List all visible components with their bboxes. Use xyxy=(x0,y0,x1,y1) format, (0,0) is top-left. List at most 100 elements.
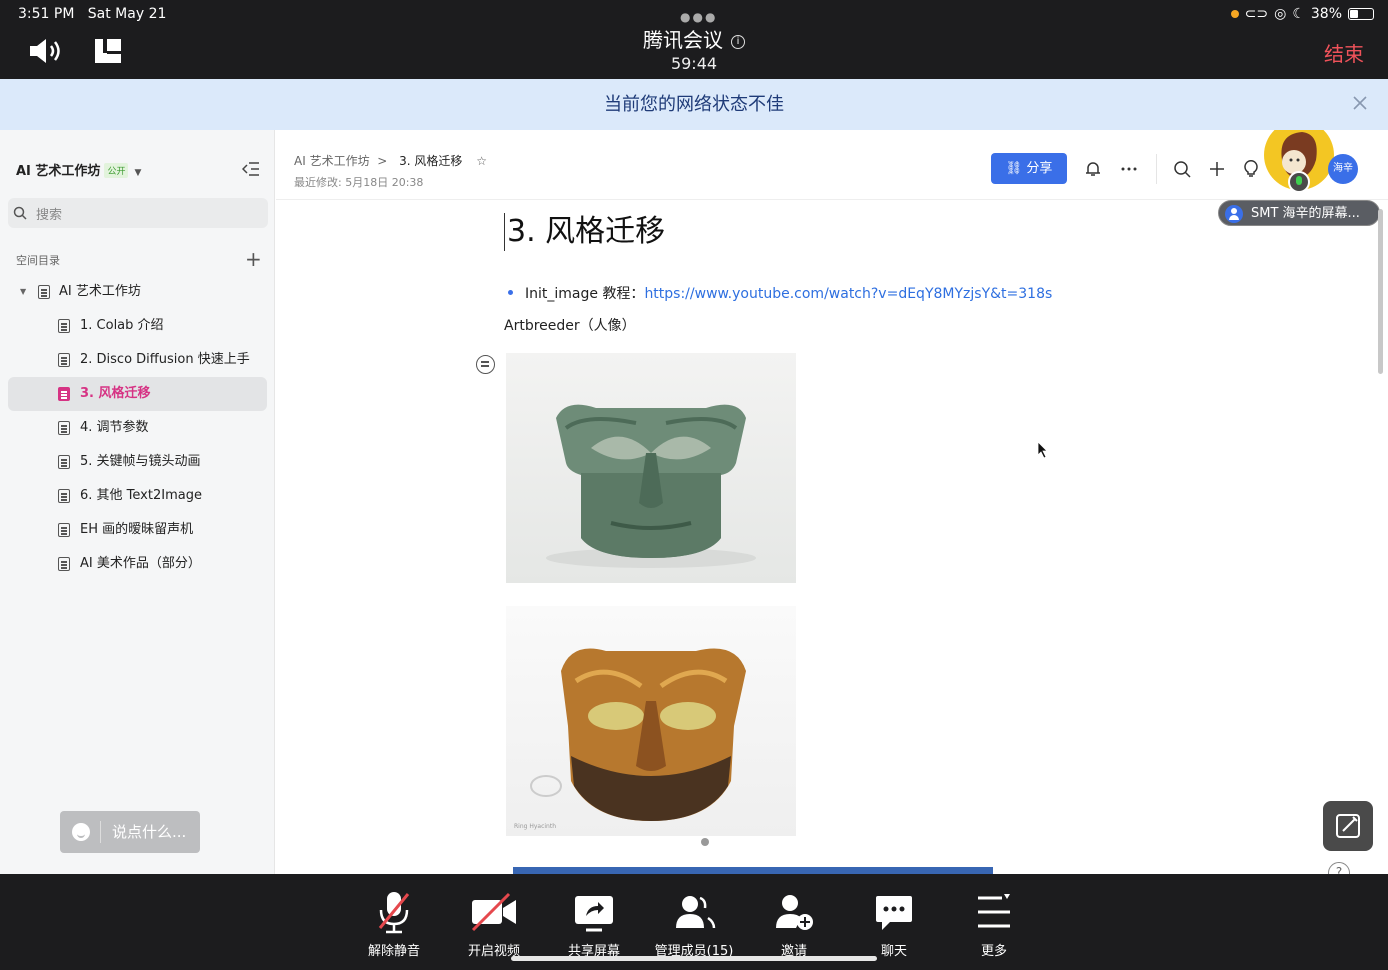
plus-icon[interactable] xyxy=(1208,160,1226,178)
collapse-sidebar-icon[interactable] xyxy=(242,161,260,177)
youtube-link[interactable]: https://www.youtube.com/watch?v=dEqY8MYz… xyxy=(644,286,1052,302)
directory-label: 空间目录 xyxy=(16,254,60,267)
tree-item-text2image[interactable]: 6. 其他 Text2Image xyxy=(0,479,275,513)
search-icon xyxy=(13,206,27,220)
end-meeting-button[interactable]: 结束 xyxy=(1324,38,1364,67)
doc-body: 3. 风格迁移 Init_image 教程：https://www.youtub… xyxy=(276,201,1388,874)
tree-item-label: 2. Disco Diffusion 快速上手 xyxy=(80,352,250,367)
more-button[interactable]: 更多 xyxy=(944,890,1044,959)
meeting-top-bar: 3:51 PM Sat May 21 ●●● ⊂⊃ ◎ ☾ 38% 腾讯会议 i … xyxy=(0,0,1388,79)
chat-button[interactable]: 聊天 xyxy=(844,890,944,959)
link-icon: ⛓ xyxy=(1005,161,1023,176)
doc-tree: ▼ AI 艺术工作坊 1. Colab 介绍 2. Disco Diffusio… xyxy=(0,275,275,581)
home-indicator[interactable] xyxy=(511,956,877,961)
chat-input[interactable]: 说点什么... xyxy=(60,811,200,853)
breadcrumb-parent[interactable]: AI 艺术工作坊 xyxy=(294,154,370,168)
tree-item-params[interactable]: 4. 调节参数 xyxy=(0,411,275,445)
video-off-icon xyxy=(471,892,516,932)
doc-icon xyxy=(58,319,70,333)
members-icon xyxy=(676,896,716,929)
breadcrumb-current: 3. 风格迁移 xyxy=(399,154,463,168)
last-modified: 最近修改: 5月18日 20:38 xyxy=(294,176,424,189)
mouse-cursor-icon xyxy=(1037,441,1048,459)
mic-muted-icon xyxy=(378,892,410,934)
tree-root-label: AI 艺术工作坊 xyxy=(59,284,141,299)
unmute-button[interactable]: 解除静音 xyxy=(344,890,444,959)
emoji-icon[interactable] xyxy=(72,823,90,841)
carousel-dot[interactable] xyxy=(701,838,709,846)
tree-item-label: 4. 调节参数 xyxy=(80,420,149,435)
shared-screen-content: AI 艺术工作坊 公开 ▼ 搜索 空间目录 + ▼ AI 艺术工作坊 1. Cola… xyxy=(0,130,1388,874)
meeting-title[interactable]: 腾讯会议 i xyxy=(0,24,1388,53)
comment-icon[interactable] xyxy=(476,355,495,374)
meeting-timer: 59:44 xyxy=(670,54,718,73)
breadcrumb: AI 艺术工作坊 > 3. 风格迁移 ☆ xyxy=(294,152,487,169)
help-icon[interactable]: ? xyxy=(1328,862,1350,874)
more-label: 更多 xyxy=(980,944,1007,959)
tree-item-label: 1. Colab 介绍 xyxy=(80,318,164,333)
meeting-toolbar: 解除静音 开启视频 共享屏幕 管理成员(15) 邀请 聊天 更多 xyxy=(0,874,1388,970)
workspace-title[interactable]: AI 艺术工作坊 公开 ▼ xyxy=(16,160,141,179)
tree-item-eh[interactable]: EH 画的暧昧留声机 xyxy=(0,513,275,547)
image-caption: Ring Hyacinth xyxy=(514,823,557,830)
close-icon[interactable] xyxy=(1352,95,1368,111)
invite-button[interactable]: 邀请 xyxy=(744,890,844,959)
lightbulb-icon[interactable] xyxy=(1242,160,1260,178)
doc-icon xyxy=(58,489,70,503)
tree-item-disco-diffusion[interactable]: 2. Disco Diffusion 快速上手 xyxy=(0,343,275,377)
info-icon[interactable]: i xyxy=(731,35,745,49)
bullet-item: Init_image 教程：https://www.youtube.com/wa… xyxy=(508,283,1052,303)
chat-placeholder: 说点什么... xyxy=(112,823,187,841)
annotate-button[interactable] xyxy=(1323,801,1373,851)
bullet-dot xyxy=(508,290,513,295)
chevron-down-icon[interactable]: ▼ xyxy=(134,168,141,178)
bronze-mask-illustration xyxy=(546,404,756,568)
tree-item-keyframes[interactable]: 5. 关键帧与镜头动画 xyxy=(0,445,275,479)
tree-item-style-transfer[interactable]: 3. 风格迁移 xyxy=(8,377,267,411)
tree-item-label: 5. 关键帧与镜头动画 xyxy=(80,454,201,469)
public-badge: 公开 xyxy=(104,163,129,178)
search-input[interactable]: 搜索 xyxy=(8,198,268,228)
status-indicators: ⊂⊃ ◎ ☾ 38% xyxy=(1230,6,1374,22)
mic-indicator-icon xyxy=(1230,10,1239,18)
tree-item-label: 6. 其他 Text2Image xyxy=(80,488,202,503)
more-dots-icon[interactable]: ●●● xyxy=(680,10,717,24)
share-screen-icon xyxy=(575,896,613,932)
share-button[interactable]: ⛓ 分享 xyxy=(991,153,1067,184)
status-time: 3:51 PM Sat May 21 xyxy=(18,6,167,22)
bell-icon[interactable] xyxy=(1084,160,1102,178)
star-icon[interactable]: ☆ xyxy=(476,154,487,168)
battery-icon xyxy=(1348,8,1374,20)
unmute-label: 解除静音 xyxy=(367,944,420,959)
tree-root[interactable]: ▼ AI 艺术工作坊 xyxy=(0,275,275,309)
paragraph: Artbreeder（人像） xyxy=(504,318,636,334)
tree-item-label: AI 美术作品（部分） xyxy=(80,556,201,571)
search-icon[interactable] xyxy=(1173,160,1191,178)
next-image-edge xyxy=(513,867,993,874)
scrollbar[interactable] xyxy=(1378,209,1383,374)
doc-sidebar: AI 艺术工作坊 公开 ▼ 搜索 空间目录 + ▼ AI 艺术工作坊 1. Cola… xyxy=(0,130,275,874)
doc-icon xyxy=(58,353,70,367)
battery-percent: 38% xyxy=(1310,6,1342,22)
moon-icon: ☾ xyxy=(1292,6,1305,22)
more-icon[interactable] xyxy=(1120,160,1138,178)
share-screen-button[interactable]: 共享屏幕 xyxy=(544,890,644,959)
tree-item-artworks[interactable]: AI 美术作品（部分） xyxy=(0,547,275,581)
search-placeholder: 搜索 xyxy=(36,208,63,223)
bronze-mask-image[interactable] xyxy=(506,353,796,583)
golden-mask-image[interactable]: Ring Hyacinth xyxy=(506,606,796,836)
expand-triangle-icon[interactable]: ▼ xyxy=(20,275,26,309)
mic-icon xyxy=(1288,171,1310,193)
tree-item-colab[interactable]: 1. Colab 介绍 xyxy=(0,309,275,343)
members-button[interactable]: 管理成员(15) xyxy=(644,890,744,959)
share-label: 分享 xyxy=(1026,161,1053,176)
doc-icon xyxy=(58,387,70,401)
host-avatar: 海辛 xyxy=(1328,154,1358,184)
doc-title[interactable]: 3. 风格迁移 xyxy=(504,213,665,251)
chat-icon xyxy=(876,896,912,930)
chat-label: 聊天 xyxy=(880,944,907,959)
start-video-button[interactable]: 开启视频 xyxy=(444,890,544,959)
doc-icon xyxy=(58,421,70,435)
add-icon[interactable]: + xyxy=(245,249,262,269)
bullet-text: Init_image 教程： xyxy=(525,286,645,302)
